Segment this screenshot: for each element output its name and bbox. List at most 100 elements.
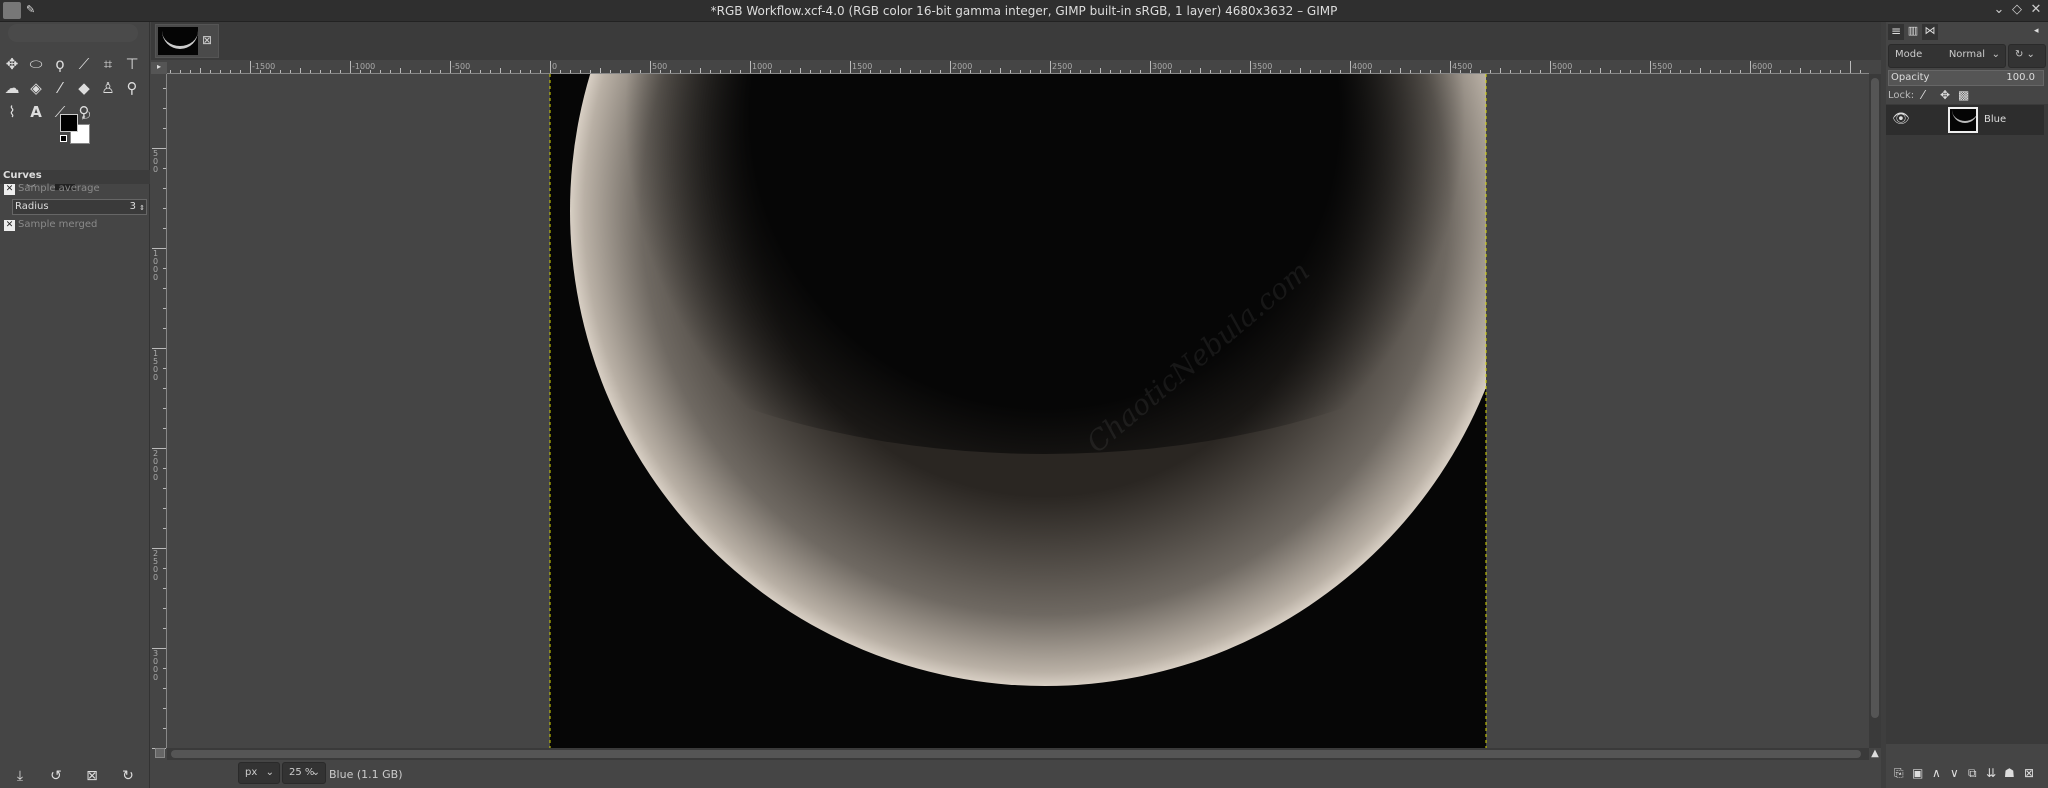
ruler-tick (280, 70, 281, 73)
bucket-fill-icon[interactable]: ◈ (24, 76, 48, 100)
merge-layer-icon[interactable]: ⇊ (1986, 766, 1996, 780)
navigate-icon[interactable]: ▲ (1869, 748, 1881, 760)
ruler-tick (1440, 70, 1441, 73)
ruler-tick (163, 588, 166, 589)
ruler-tick (1860, 70, 1861, 73)
fuzzy-select-icon[interactable]: ⟋ (72, 52, 96, 76)
ruler-tick (1530, 70, 1531, 73)
smudge-icon[interactable]: ⚲ (120, 76, 144, 100)
ruler-tick (1380, 70, 1381, 73)
new-layer-icon[interactable]: ⎘ (1894, 766, 1904, 781)
lock-position-icon[interactable]: ✥ (1940, 88, 1950, 102)
foreground-color-swatch[interactable] (60, 114, 78, 132)
ruler-tick (180, 70, 181, 73)
vertical-ruler[interactable]: 500 1000 1500 2000 2500 3000 (151, 74, 167, 749)
paths-tab-icon[interactable]: ⋈ (1922, 24, 1938, 40)
minimize-button[interactable]: ⌄ (1990, 2, 2008, 20)
ruler-tick (480, 70, 481, 73)
ruler-tick (570, 70, 571, 73)
ruler-tick (163, 508, 166, 509)
channels-tab-icon[interactable]: ▥ (1905, 24, 1921, 40)
free-select-icon[interactable]: ϙ (48, 52, 72, 76)
dock-menu-icon[interactable]: ◂ (2034, 26, 2039, 36)
unit-select[interactable]: px ⌄ (238, 762, 280, 784)
restore-options-icon[interactable]: ↺ (46, 768, 66, 784)
image-tab[interactable]: ⊠ (155, 24, 219, 58)
composite-mode-select[interactable]: ↻ ⌄ (2008, 44, 2046, 68)
maximize-button[interactable]: ◇ (2008, 2, 2026, 20)
paintbrush-icon[interactable]: ⁄ (48, 76, 72, 100)
ruler-tick (1450, 61, 1451, 73)
sample-average-label: Sample average (18, 183, 100, 194)
warp-icon[interactable]: ☁ (0, 76, 24, 100)
horizontal-scrollbar[interactable] (167, 748, 1869, 760)
crop-icon[interactable]: ⌗ (96, 52, 120, 76)
ruler-tick (1300, 68, 1301, 73)
new-layer-group-icon[interactable]: ▣ (1912, 766, 1923, 780)
ruler-tick (580, 70, 581, 73)
spinner-arrows-icon[interactable]: ⇕ (139, 201, 145, 215)
delete-options-icon[interactable]: ⊠ (82, 768, 102, 784)
ruler-tick (620, 70, 621, 73)
vertical-scrollbar[interactable] (1869, 74, 1881, 748)
layer-name[interactable]: Blue (1984, 114, 2006, 125)
duplicate-layer-icon[interactable]: ⧉ (1968, 766, 1977, 781)
lock-pixels-icon[interactable]: ⁄ (1922, 88, 1924, 102)
move-tool-icon[interactable]: ✥ (0, 52, 24, 76)
default-colors-icon[interactable] (60, 135, 67, 142)
close-tab-icon[interactable]: ⊠ (202, 33, 212, 47)
ruler-tick (1540, 70, 1541, 73)
ruler-tick (163, 628, 166, 629)
ruler-label: 0 (552, 62, 558, 71)
ruler-tick (400, 68, 401, 73)
ruler-label: 500 (153, 149, 159, 174)
swap-colors-icon[interactable]: ⤾ (82, 111, 90, 122)
unit-value: px (245, 767, 258, 778)
quick-mask-menu-icon[interactable]: ▸ (151, 62, 167, 74)
layers-tab-icon[interactable]: ≡ (1888, 24, 1904, 40)
zoom-image-toggle[interactable] (155, 748, 165, 758)
reset-options-icon[interactable]: ↻ (118, 768, 138, 784)
ruler-tick (1520, 70, 1521, 73)
layer-row[interactable]: 👁 Blue (1886, 105, 2044, 135)
text-tool-icon[interactable]: A (24, 100, 48, 124)
delete-layer-icon[interactable]: ⊠ (2024, 766, 2034, 780)
ruler-tick (1330, 70, 1331, 73)
sample-merged-checkbox[interactable]: ✕ (4, 220, 15, 231)
ruler-label: 2000 (952, 62, 973, 71)
ruler-tick (300, 68, 301, 73)
chevron-down-icon: ⌄ (265, 767, 274, 778)
radius-spinner[interactable]: Radius 3 ⇕ (12, 199, 147, 215)
ruler-tick (1830, 70, 1831, 73)
opacity-slider[interactable]: Opacity 100.0 (1888, 70, 2044, 86)
clone-icon[interactable]: ♙ (96, 76, 120, 100)
ruler-tick (1730, 70, 1731, 73)
mode-select[interactable]: Mode Normal ⌄ (1888, 44, 2006, 68)
ruler-tick (163, 468, 166, 469)
zoom-select[interactable]: 25 % ⌄ (282, 762, 326, 784)
horizontal-ruler[interactable]: -1500 -1000 -500 0 500 1000 1500 2000 2500 3000 35… (167, 61, 1869, 74)
ruler-tick (1710, 70, 1711, 73)
ruler-tick (1600, 68, 1601, 73)
paths-icon[interactable]: ⌇ (0, 100, 24, 124)
close-button[interactable]: ✕ (2027, 2, 2045, 20)
ruler-label: -500 (452, 62, 471, 71)
sample-average-checkbox[interactable]: ✕ (4, 184, 15, 195)
ruler-tick (700, 68, 701, 73)
raise-layer-icon[interactable]: ∧ (1932, 766, 1941, 780)
ruler-tick (1630, 70, 1631, 73)
eraser-icon[interactable]: ◆ (72, 76, 96, 100)
image-canvas[interactable]: ChaoticNebula.com (167, 74, 1869, 748)
transform-icon[interactable]: ⊤ (120, 52, 144, 76)
save-options-icon[interactable]: ⤓ (10, 768, 30, 784)
ellipse-select-icon[interactable]: ⬭ (24, 52, 48, 76)
lock-alpha-icon[interactable]: ▩ (1958, 88, 1969, 102)
ruler-label: -1000 (352, 62, 376, 71)
ruler-tick (163, 488, 166, 489)
layer-mask-icon[interactable]: ☗ (2004, 766, 2015, 780)
visibility-eye-icon[interactable]: 👁 (1892, 111, 1910, 127)
zoom-value[interactable]: 25 % (289, 767, 314, 778)
lower-layer-icon[interactable]: ∨ (1950, 766, 1959, 780)
ruler-tick (1720, 70, 1721, 73)
ruler-tick (590, 70, 591, 73)
